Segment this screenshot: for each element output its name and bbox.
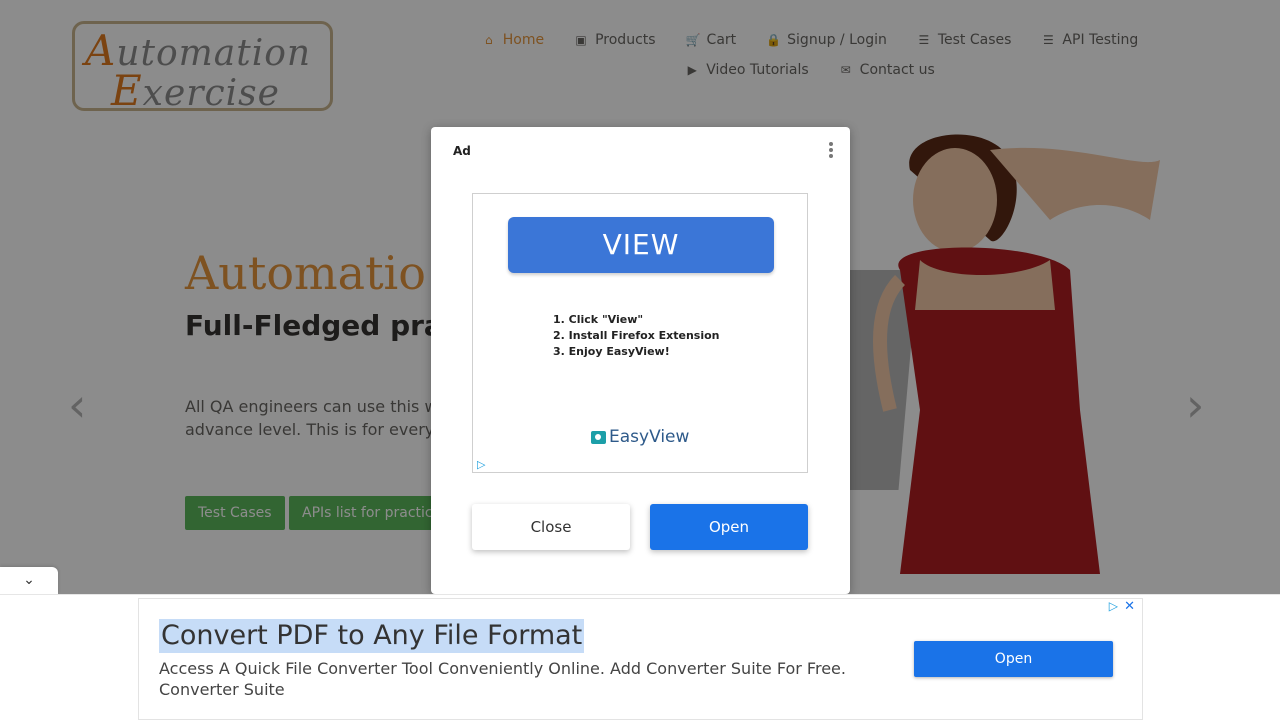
collapse-ad-tab[interactable]: ⌄ [0, 567, 58, 594]
ad-label: Ad [453, 144, 471, 158]
bottom-ad-description: Access A Quick File Converter Tool Conve… [159, 659, 846, 699]
adchoices-icon[interactable]: ▷ [1109, 599, 1118, 613]
easyview-brand: EasyView [591, 427, 689, 447]
ad-creative[interactable]: VIEW 1. Click "View" 2. Install Firefox … [472, 193, 808, 473]
more-options-icon[interactable] [828, 142, 834, 160]
open-button[interactable]: Open [650, 504, 808, 550]
chevron-down-icon: ⌄ [23, 572, 35, 588]
ad-step: 1. Click "View" [553, 313, 644, 326]
ad-step: 3. Enjoy EasyView! [553, 345, 670, 358]
bottom-ad[interactable]: Convert PDF to Any File Format Access A … [138, 598, 1143, 720]
ad-steps: 1. Click "View" 2. Install Firefox Exten… [553, 312, 720, 360]
eye-icon [591, 430, 606, 444]
ad-modal: Ad VIEW 1. Click "View" 2. Install Firef… [431, 127, 850, 594]
view-button[interactable]: VIEW [508, 217, 774, 273]
adchoices-icon[interactable]: ▷ [477, 458, 485, 471]
bottom-ad-open-button[interactable]: Open [914, 641, 1113, 677]
page: Automation Exercise ⌂ Home ▣ Products 🛒 Cart 🔒… [0, 0, 1280, 720]
close-button[interactable]: Close [472, 504, 630, 550]
close-icon[interactable]: ✕ [1124, 599, 1135, 614]
ad-step: 2. Install Firefox Extension [553, 329, 720, 342]
bottom-ad-title[interactable]: Convert PDF to Any File Format [159, 619, 585, 653]
